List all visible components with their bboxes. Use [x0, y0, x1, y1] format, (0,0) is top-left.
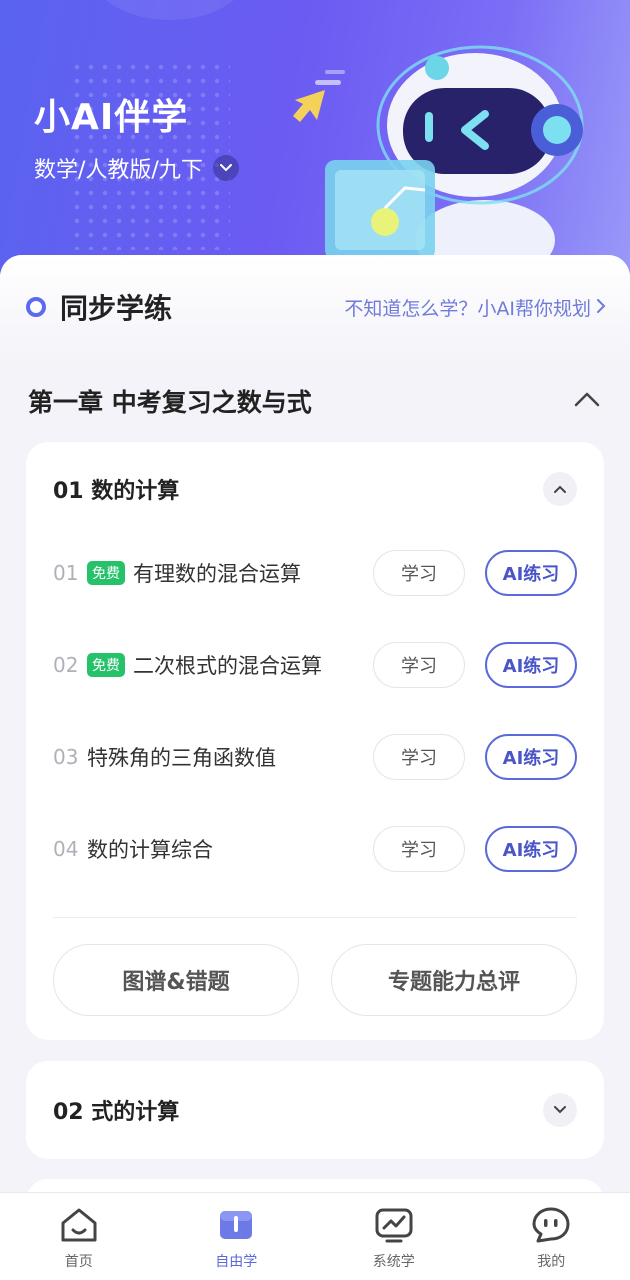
section-header[interactable]: 02 式的计算: [53, 1093, 577, 1127]
lesson-number: 01: [53, 561, 79, 585]
sync-header: 同步学练 不知道怎么学？小AI帮你规划: [26, 287, 606, 327]
ai-practice-button[interactable]: AI练习: [485, 826, 577, 872]
nav-item-free-study[interactable]: 自由学: [158, 1193, 316, 1280]
chevron-down-icon: [554, 1106, 566, 1114]
book-icon: [220, 1211, 253, 1239]
bottom-nav: 首页 自由学 系统学 我的: [0, 1192, 630, 1280]
lesson-name[interactable]: 二次根式的混合运算: [133, 650, 373, 680]
plan-help-label: 不知道怎么学？小AI帮你规划: [344, 297, 591, 320]
subject-selector[interactable]: 数学/人教版/九下: [34, 152, 239, 184]
expand-button[interactable]: [543, 1093, 577, 1127]
robot-mascot-illustration: [293, 45, 584, 270]
home-icon: [61, 1208, 97, 1242]
nav-label: 我的: [537, 1254, 566, 1270]
nav-label: 系统学: [372, 1254, 415, 1270]
section-header[interactable]: 01 数的计算: [53, 472, 577, 506]
section-bullet-icon: [26, 297, 46, 317]
plan-help-link[interactable]: 不知道怎么学？小AI帮你规划: [344, 294, 606, 321]
chart-icon: [375, 1208, 413, 1243]
subject-label: 数学/人教版/九下: [34, 158, 203, 183]
study-button[interactable]: 学习: [373, 826, 465, 872]
section-title: 01 数的计算: [53, 479, 180, 504]
nav-item-home[interactable]: 首页: [0, 1193, 158, 1280]
collapse-button[interactable]: [543, 472, 577, 506]
lesson-row: 02 免费 二次根式的混合运算 学习 AI练习: [53, 642, 577, 688]
lesson-row: 03 特殊角的三角函数值 学习 AI练习: [53, 734, 577, 780]
lesson-number: 02: [53, 653, 79, 677]
topic-assessment-button[interactable]: 专题能力总评: [331, 944, 577, 1016]
chevron-up-icon: [574, 391, 600, 411]
nav-item-system-study[interactable]: 系统学: [315, 1193, 473, 1280]
section-card: 01 数的计算 01 免费 有理数的混合运算 学习 AI练习 02 免费 二次根…: [26, 442, 604, 1040]
nav-label: 首页: [64, 1254, 93, 1270]
study-button[interactable]: 学习: [373, 550, 465, 596]
decorative-blob: [90, 0, 250, 20]
study-button[interactable]: 学习: [373, 734, 465, 780]
section-card: 02 式的计算: [26, 1061, 604, 1159]
lesson-row: 01 免费 有理数的混合运算 学习 AI练习: [53, 550, 577, 596]
chapter-header[interactable]: 第一章 中考复习之数与式: [28, 383, 600, 419]
ai-practice-button[interactable]: AI练习: [485, 550, 577, 596]
chevron-right-icon: [597, 297, 606, 318]
study-button[interactable]: 学习: [373, 642, 465, 688]
divider: [53, 917, 577, 918]
section-title: 02 式的计算: [53, 1100, 180, 1125]
graph-and-mistakes-button[interactable]: 图谱&错题: [53, 944, 299, 1016]
lesson-name[interactable]: 有理数的混合运算: [133, 558, 373, 588]
chapter-title: 第一章 中考复习之数与式: [28, 388, 312, 417]
lesson-name[interactable]: 数的计算综合: [87, 834, 373, 864]
free-badge: 免费: [87, 653, 125, 677]
lesson-name[interactable]: 特殊角的三角函数值: [87, 742, 373, 772]
chat-face-icon: [532, 1207, 570, 1243]
main-content: 同步学练 不知道怎么学？小AI帮你规划 第一章 中考复习之数与式 01 数的计算…: [0, 255, 630, 1239]
free-badge: 免费: [87, 561, 125, 585]
nav-label: 自由学: [215, 1254, 258, 1270]
chevron-up-icon: [554, 485, 566, 493]
chevron-down-icon: [212, 155, 239, 181]
sync-title: 同步学练: [60, 292, 173, 325]
ai-practice-button[interactable]: AI练习: [485, 642, 577, 688]
app-title: 小AI伴学: [34, 97, 189, 138]
ai-practice-button[interactable]: AI练习: [485, 734, 577, 780]
lesson-row: 04 数的计算综合 学习 AI练习: [53, 826, 577, 872]
nav-item-mine[interactable]: 我的: [473, 1193, 630, 1280]
lesson-number: 03: [53, 745, 79, 769]
lesson-number: 04: [53, 837, 79, 861]
